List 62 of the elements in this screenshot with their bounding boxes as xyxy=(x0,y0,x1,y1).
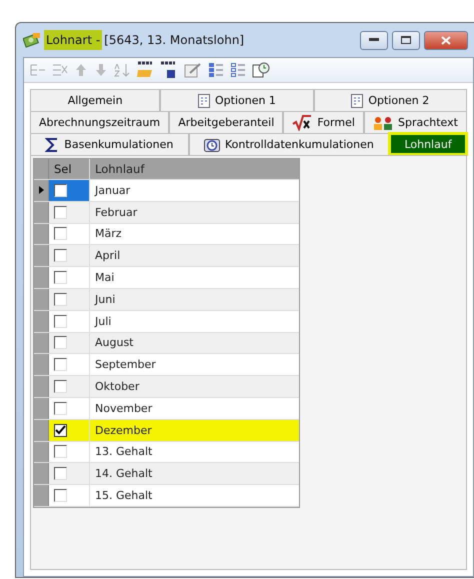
close-icon xyxy=(441,36,451,44)
checkbox[interactable] xyxy=(54,292,67,306)
checkbox[interactable] xyxy=(54,249,67,262)
minimize-button[interactable] xyxy=(360,30,388,50)
checkbox[interactable] xyxy=(54,489,67,502)
notes-clock-icon[interactable] xyxy=(252,61,270,79)
table-cell-text: 13. Gehalt xyxy=(94,444,154,460)
tab[interactable]: Arbeitgeberanteil xyxy=(169,111,284,133)
save-disk-icon[interactable] xyxy=(160,61,178,79)
table-cell-text: Januar xyxy=(94,182,132,199)
table-cell-text: März xyxy=(94,226,123,242)
money-icon xyxy=(23,32,41,48)
table-cell-text: Oktober xyxy=(94,379,140,396)
table-cell-text: 14. Gehalt xyxy=(94,466,154,482)
document-icon xyxy=(198,94,210,108)
tab[interactable]: Lohnlauf xyxy=(389,133,467,155)
tab[interactable]: Basenkumulationen xyxy=(30,133,189,155)
window-title: [5643, 13. Monatslohn] xyxy=(104,33,244,47)
clock-icon xyxy=(204,136,220,152)
checkbox[interactable] xyxy=(54,314,67,328)
checkbox[interactable] xyxy=(54,380,67,394)
window-title-highlight: Lohnart - xyxy=(44,30,102,50)
tab[interactable]: Optionen 1 xyxy=(160,89,314,111)
grid-icon[interactable] xyxy=(230,62,246,78)
row-header[interactable] xyxy=(34,180,49,201)
checkbox[interactable] xyxy=(54,336,67,350)
table-cell-text: Dezember xyxy=(94,422,153,439)
table-cell-text: April xyxy=(94,248,122,264)
sigma-icon xyxy=(45,136,60,152)
minimize-icon xyxy=(369,38,379,42)
document-icon xyxy=(351,94,364,108)
table-cell-text: November xyxy=(94,400,154,417)
table-cell-text: August xyxy=(94,335,134,352)
maximize-button[interactable] xyxy=(392,30,420,50)
table-cell-text: Juli xyxy=(94,314,112,330)
tab[interactable]: Formel xyxy=(283,111,364,133)
table-cell-text: Mai xyxy=(94,270,116,286)
square-root-icon xyxy=(292,114,312,130)
table-cell-text: Februar xyxy=(94,204,138,221)
checkbox[interactable] xyxy=(54,227,67,240)
checkbox[interactable] xyxy=(54,424,67,437)
table-cell-text: Juni xyxy=(94,292,116,308)
checkbox[interactable] xyxy=(54,206,67,219)
tab[interactable]: Abrechnungszeitraum xyxy=(30,111,170,133)
tab[interactable]: Allgemein xyxy=(30,89,160,111)
tab[interactable]: Sprachtext xyxy=(364,111,468,133)
grid-icon[interactable] xyxy=(208,62,224,78)
tab[interactable]: Optionen 2 xyxy=(314,89,467,111)
table-cell-text: 15. Gehalt xyxy=(94,488,154,504)
checkbox[interactable] xyxy=(54,402,67,415)
edit-icon[interactable] xyxy=(184,62,202,78)
table-cell-text: September xyxy=(94,357,157,374)
maximize-icon xyxy=(401,36,411,44)
checkbox[interactable] xyxy=(54,467,67,480)
checkbox[interactable] xyxy=(54,271,67,284)
checkbox[interactable] xyxy=(54,184,67,197)
checkbox[interactable] xyxy=(54,445,67,458)
tab[interactable]: Kontrolldatenkumulationen xyxy=(188,133,390,155)
open-folder-icon[interactable] xyxy=(136,61,154,79)
checkbox[interactable] xyxy=(54,358,67,372)
people-icon xyxy=(373,114,393,130)
close-button[interactable] xyxy=(424,30,468,50)
